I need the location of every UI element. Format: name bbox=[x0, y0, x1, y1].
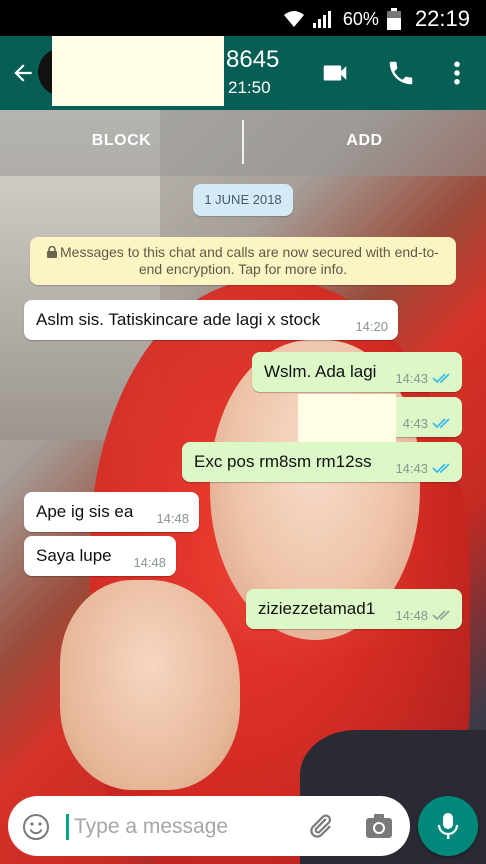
more-vert-icon[interactable] bbox=[442, 58, 472, 88]
battery-icon bbox=[386, 8, 401, 30]
video-call-icon[interactable] bbox=[320, 58, 350, 88]
mic-icon bbox=[437, 813, 459, 839]
message-input[interactable] bbox=[72, 810, 296, 844]
text-cursor bbox=[66, 814, 69, 840]
message-bubble-outgoing[interactable]: Exc pos rm8sm rm12ss 14:43 bbox=[182, 442, 462, 482]
read-receipt-icon bbox=[432, 463, 450, 474]
wallpaper-hand bbox=[60, 580, 240, 790]
message-bubble-incoming[interactable]: Ape ig sis ea 14:48 bbox=[24, 492, 199, 532]
attach-icon[interactable] bbox=[306, 812, 334, 840]
message-time: 14:48 bbox=[395, 608, 428, 623]
signal-icon bbox=[312, 11, 331, 28]
date-chip: 1 JUNE 2018 bbox=[193, 184, 293, 216]
message-text: ziziezzetamad1 bbox=[258, 599, 376, 618]
message-time: 4:43 bbox=[402, 416, 428, 431]
message-time: 14:48 bbox=[133, 555, 166, 570]
message-time: 14:20 bbox=[355, 319, 388, 334]
chat-header: 8645 21:50 bbox=[0, 36, 486, 110]
chat-wallpaper bbox=[0, 110, 486, 864]
message-compose-bar bbox=[8, 796, 410, 856]
message-bubble-outgoing[interactable]: ziziezzetamad1 14:48 bbox=[246, 589, 462, 629]
message-time: 14:43 bbox=[395, 461, 428, 476]
last-seen: 21:50 bbox=[228, 78, 271, 97]
message-bubble-outgoing[interactable]: Wslm. Ada lagi 14:43 bbox=[252, 352, 462, 392]
emoji-icon[interactable] bbox=[22, 813, 50, 841]
block-button[interactable]: BLOCK bbox=[0, 132, 243, 150]
message-text: Ape ig sis ea bbox=[36, 502, 134, 521]
battery-percent: 60% bbox=[342, 8, 379, 29]
redaction-box bbox=[52, 36, 224, 106]
read-receipt-icon bbox=[432, 373, 450, 384]
message-time: 14:48 bbox=[156, 511, 189, 526]
phone-icon[interactable] bbox=[386, 58, 416, 88]
contact-name[interactable]: 8645 bbox=[226, 46, 279, 74]
message-bubble-incoming[interactable]: Saya lupe 14:48 bbox=[24, 536, 176, 576]
notice-line-1: Messages to this chat and calls are now … bbox=[60, 244, 439, 260]
encryption-notice[interactable]: Messages to this chat and calls are now … bbox=[30, 237, 456, 285]
delivered-receipt-icon bbox=[432, 610, 450, 621]
add-contact-button[interactable]: ADD bbox=[243, 132, 486, 150]
message-text: Exc pos rm8sm rm12ss bbox=[194, 452, 372, 471]
lock-icon bbox=[47, 246, 57, 258]
message-text: Wslm. Ada lagi bbox=[264, 362, 377, 381]
message-text: Saya lupe bbox=[36, 546, 112, 565]
message-bubble-incoming[interactable]: Aslm sis. Tatiskincare ade lagi x stock … bbox=[24, 300, 398, 340]
read-receipt-icon bbox=[432, 418, 450, 429]
clock: 22:19 bbox=[414, 6, 470, 31]
status-bar: 60% 22:19 bbox=[0, 0, 486, 36]
message-text: Aslm sis. Tatiskincare ade lagi x stock bbox=[36, 310, 321, 329]
wifi-icon bbox=[283, 11, 304, 27]
back-arrow-icon[interactable] bbox=[10, 60, 36, 86]
redaction-box bbox=[298, 394, 396, 442]
camera-icon[interactable] bbox=[364, 812, 394, 840]
unknown-contact-actions: BLOCK ADD bbox=[0, 110, 486, 176]
notice-line-2: end encryption. Tap for more info. bbox=[138, 261, 348, 277]
voice-record-button[interactable] bbox=[418, 796, 478, 856]
message-time: 14:43 bbox=[395, 371, 428, 386]
